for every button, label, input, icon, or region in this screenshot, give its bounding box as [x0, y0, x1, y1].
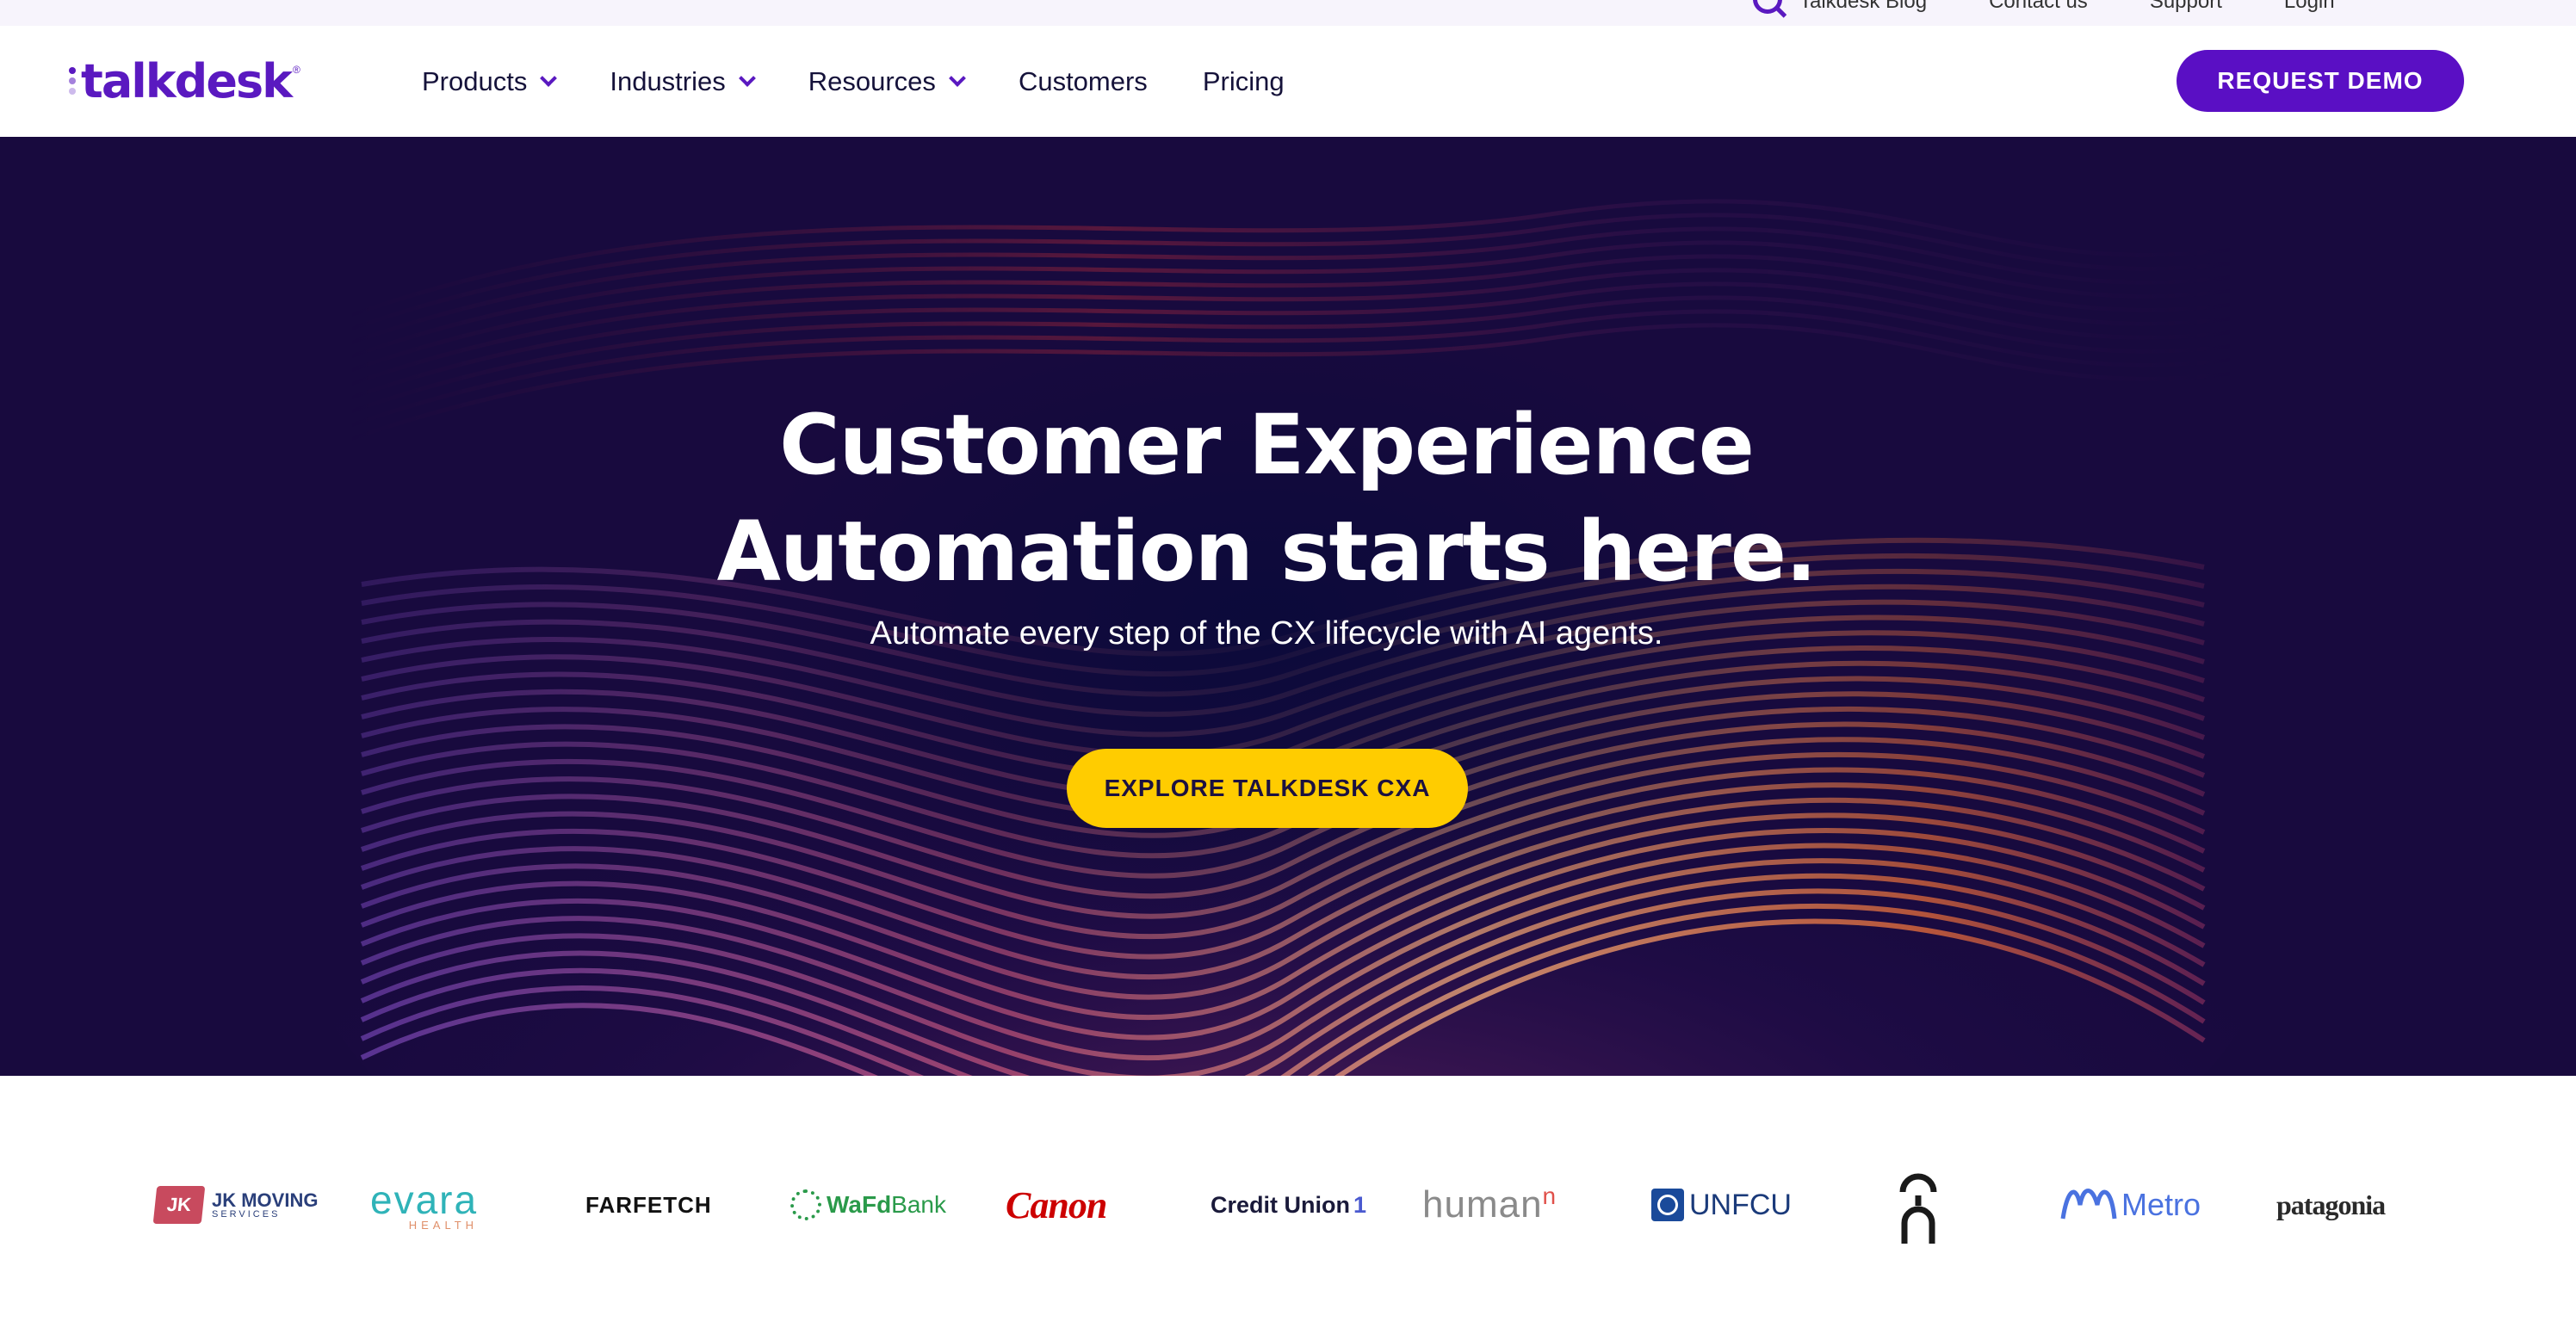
jk-badge: JK — [152, 1186, 206, 1224]
client-logo-on — [1899, 1076, 1937, 1334]
nav-item-label: Industries — [610, 65, 726, 96]
nav-item-pricing[interactable]: Pricing — [1203, 66, 1285, 97]
utility-link-support[interactable]: Support — [2150, 0, 2222, 14]
client-logo-evara: evara HEALTH — [370, 1076, 478, 1334]
client-name: JK MOVING — [212, 1189, 319, 1211]
chevron-down-icon — [540, 69, 558, 87]
logo-dots-icon — [69, 67, 76, 95]
search-icon[interactable] — [1753, 0, 1782, 14]
client-name-prefix: Credit Union — [1211, 1191, 1350, 1218]
client-name: FARFETCH — [585, 1191, 712, 1218]
logo-wordmark: talkdesk — [81, 53, 293, 108]
metro-mark-icon — [2060, 1189, 2117, 1220]
nav-item-label: Products — [422, 65, 528, 96]
hero-title-line-1: Customer Experience — [779, 397, 1755, 493]
hero-subtitle: Automate every step of the CX lifecycle … — [870, 615, 1663, 652]
nav-item-industries[interactable]: Industries — [610, 65, 756, 97]
client-logo-jk-moving: JK JK MOVING SERVICES — [152, 1076, 319, 1334]
chevron-down-icon — [949, 69, 966, 87]
on-logo-icon — [1899, 1173, 1937, 1244]
client-logo-strip: JK JK MOVING SERVICES evara HEALTH FARFE… — [0, 1076, 2576, 1334]
client-name: patagonia — [2276, 1189, 2386, 1220]
client-name-prefix: human — [1422, 1183, 1543, 1226]
hero-section: Customer Experience Automation starts he… — [0, 137, 2576, 1076]
client-name-suffix: n — [1542, 1183, 1557, 1209]
nav-item-products[interactable]: Products — [422, 65, 558, 97]
primary-nav: Products Industries Resources Customers … — [422, 26, 1340, 137]
client-logo-metro: Metro — [2059, 1076, 2201, 1334]
client-logo-farfetch: FARFETCH — [585, 1076, 712, 1334]
chevron-down-icon — [738, 69, 756, 87]
un-emblem-icon — [1651, 1189, 1684, 1221]
client-name: UNFCU — [1689, 1188, 1792, 1221]
client-logo-humann: human n — [1422, 1076, 1556, 1334]
hero-wave-background — [0, 137, 2576, 1076]
utility-link-login[interactable]: Login — [2284, 0, 2335, 14]
client-logo-patagonia: patagonia — [2276, 1076, 2386, 1334]
client-logo-wafd-bank: WaFd Bank — [790, 1076, 946, 1334]
wafd-emblem-icon — [790, 1189, 821, 1220]
talkdesk-logo[interactable]: talkdesk ® — [69, 53, 300, 108]
client-logo-unfcu: UNFCU — [1651, 1076, 1792, 1334]
hero-title: Customer Experience Automation starts he… — [0, 392, 2533, 605]
nav-item-label: Customers — [1018, 65, 1148, 96]
nav-item-resources[interactable]: Resources — [808, 65, 966, 97]
client-tagline: SERVICES — [212, 1208, 281, 1220]
utility-links: Talkdesk Blog Contact us Support Login — [1799, 0, 2335, 14]
client-logo-credit-union-1: Credit Union 1 — [1211, 1076, 1366, 1334]
client-name: Metro — [2121, 1187, 2201, 1222]
client-tagline: HEALTH — [408, 1218, 479, 1232]
client-name: Canon — [1006, 1183, 1107, 1226]
request-demo-button[interactable]: REQUEST DEMO — [2177, 50, 2464, 112]
client-name-suffix: 1 — [1353, 1191, 1367, 1218]
client-name: evara — [370, 1177, 479, 1222]
utility-link-blog[interactable]: Talkdesk Blog — [1799, 0, 1927, 14]
client-logo-canon: Canon — [1006, 1076, 1107, 1334]
nav-item-customers[interactable]: Customers — [1019, 66, 1148, 97]
explore-cxa-button[interactable]: EXPLORE TALKDESK CXA — [1067, 749, 1468, 828]
client-name-suffix: Bank — [891, 1191, 946, 1218]
nav-item-label: Resources — [808, 65, 936, 96]
main-nav: talkdesk ® Products Industries Resources… — [0, 26, 2576, 137]
hero-title-line-2: Automation starts here. — [716, 503, 1817, 600]
utility-link-contact[interactable]: Contact us — [1989, 0, 2088, 14]
nav-item-label: Pricing — [1202, 65, 1285, 96]
registered-mark: ® — [293, 64, 300, 76]
client-name-prefix: WaFd — [827, 1191, 892, 1218]
utility-bar: Talkdesk Blog Contact us Support Login — [0, 0, 2576, 26]
